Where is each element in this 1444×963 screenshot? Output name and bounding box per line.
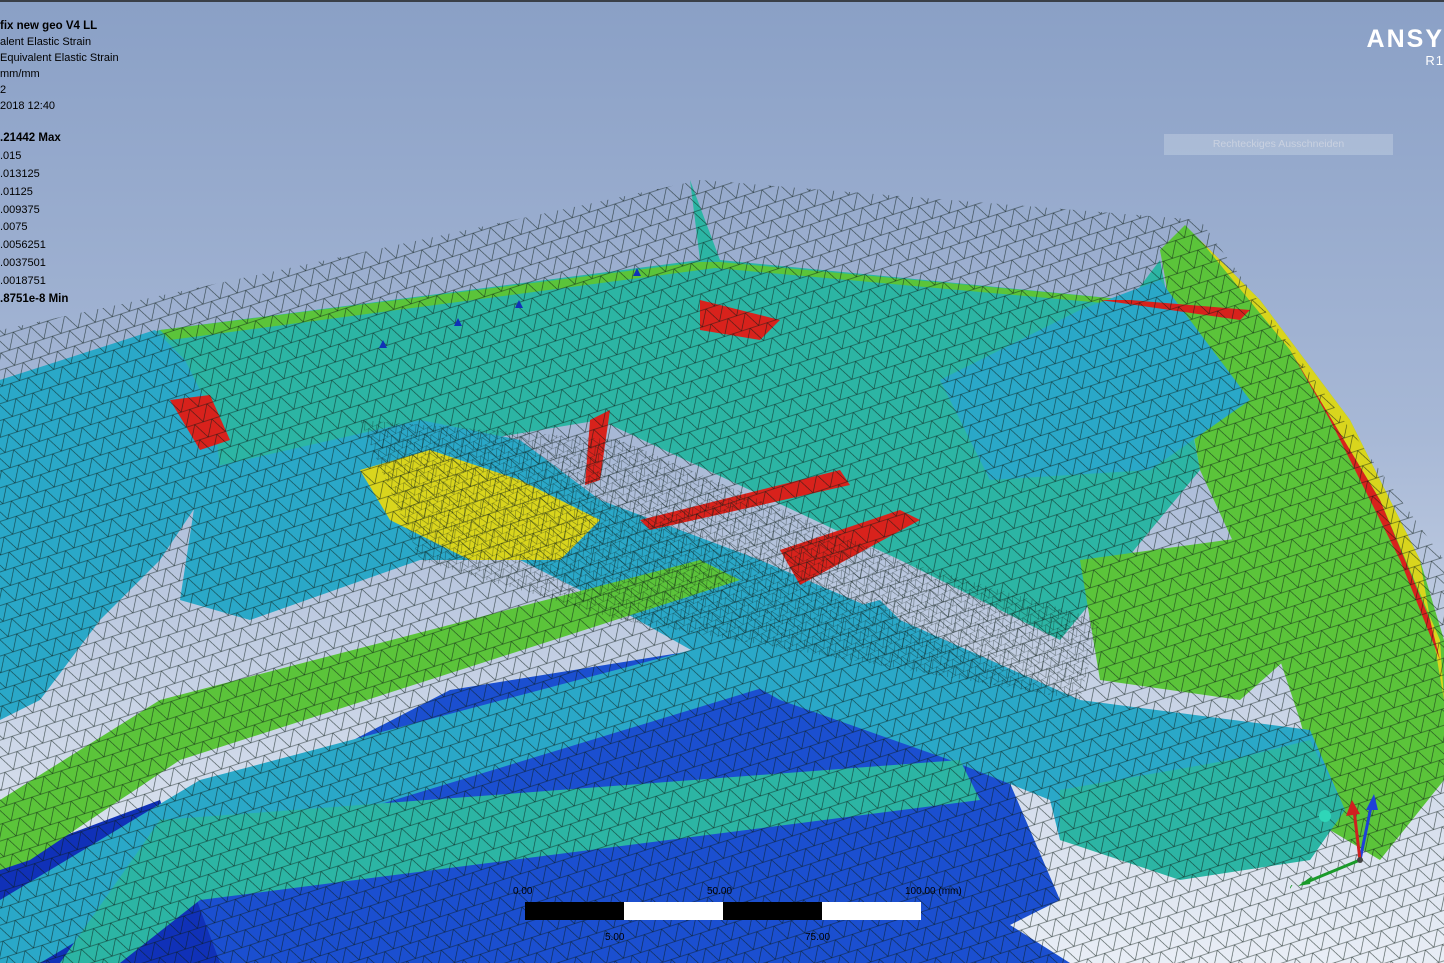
legend-date: 2018 12:40 <box>0 100 56 112</box>
y-axis-arrowhead <box>1298 876 1312 886</box>
scale-bar-segment <box>822 902 921 920</box>
legend-level-5: .0075 <box>0 221 28 234</box>
legend-level-8: .0018751 <box>0 275 46 288</box>
axis-triad[interactable]: Y <box>1290 780 1390 890</box>
legend-level-7: .0037501 <box>0 257 46 270</box>
legend-level-4: .009375 <box>0 203 40 216</box>
scale-tick-100: 100.00 (mm) <box>905 886 962 897</box>
triad-iso-ball[interactable] <box>1319 810 1331 822</box>
scale-tick-75: 75.00 <box>805 932 831 943</box>
ansys-brand: ANSY R1 <box>1367 24 1444 68</box>
result-legend: fix new geo V4 LL alent Elastic Strain E… <box>0 18 119 309</box>
ansys-release: R1 <box>1425 53 1444 68</box>
y-axis-label: Y <box>1290 884 1293 890</box>
legend-description: Equivalent Elastic Strain <box>0 52 119 64</box>
scale-bar-segment <box>723 902 822 920</box>
x-axis-arrowhead <box>1346 800 1360 816</box>
legend-title: fix new geo V4 LL <box>0 20 98 32</box>
mesh-overlay <box>0 180 1444 963</box>
rectangular-clip-tooltip: Rechteckiges Ausschneiden <box>1164 134 1393 155</box>
legend-unit: mm/mm <box>0 68 40 80</box>
x-axis-arrow <box>1352 809 1362 861</box>
scale-tick-0: 0.00 <box>513 886 533 897</box>
legend-min-value: .8751e-8 Min <box>0 293 69 306</box>
legend-level-6: .0056251 <box>0 239 46 252</box>
graphics-viewport[interactable]: fix new geo V4 LL alent Elastic Strain E… <box>0 0 1444 963</box>
z-axis-arrow <box>1358 801 1374 861</box>
legend-max-value: .21442 Max <box>0 132 61 144</box>
legend-result-type: alent Elastic Strain <box>0 36 92 48</box>
scale-tick-25: 5.00 <box>605 932 625 943</box>
legend-time: 2 <box>0 84 7 96</box>
legend-level-3: .01125 <box>0 185 33 198</box>
scale-bar-segment <box>624 902 723 920</box>
scale-tick-50: 50.00 <box>707 886 733 897</box>
ansys-logo: ANSY <box>1366 25 1444 53</box>
scale-bar-segment <box>525 902 624 920</box>
scale-ruler: 0.00 50.00 100.00 (mm) 5.00 75.00 <box>505 886 962 946</box>
legend-level-1: .015 <box>0 149 22 162</box>
legend-level-2: .013125 <box>0 167 40 180</box>
triad-origin <box>1357 857 1363 863</box>
z-axis-arrowhead <box>1366 794 1378 810</box>
